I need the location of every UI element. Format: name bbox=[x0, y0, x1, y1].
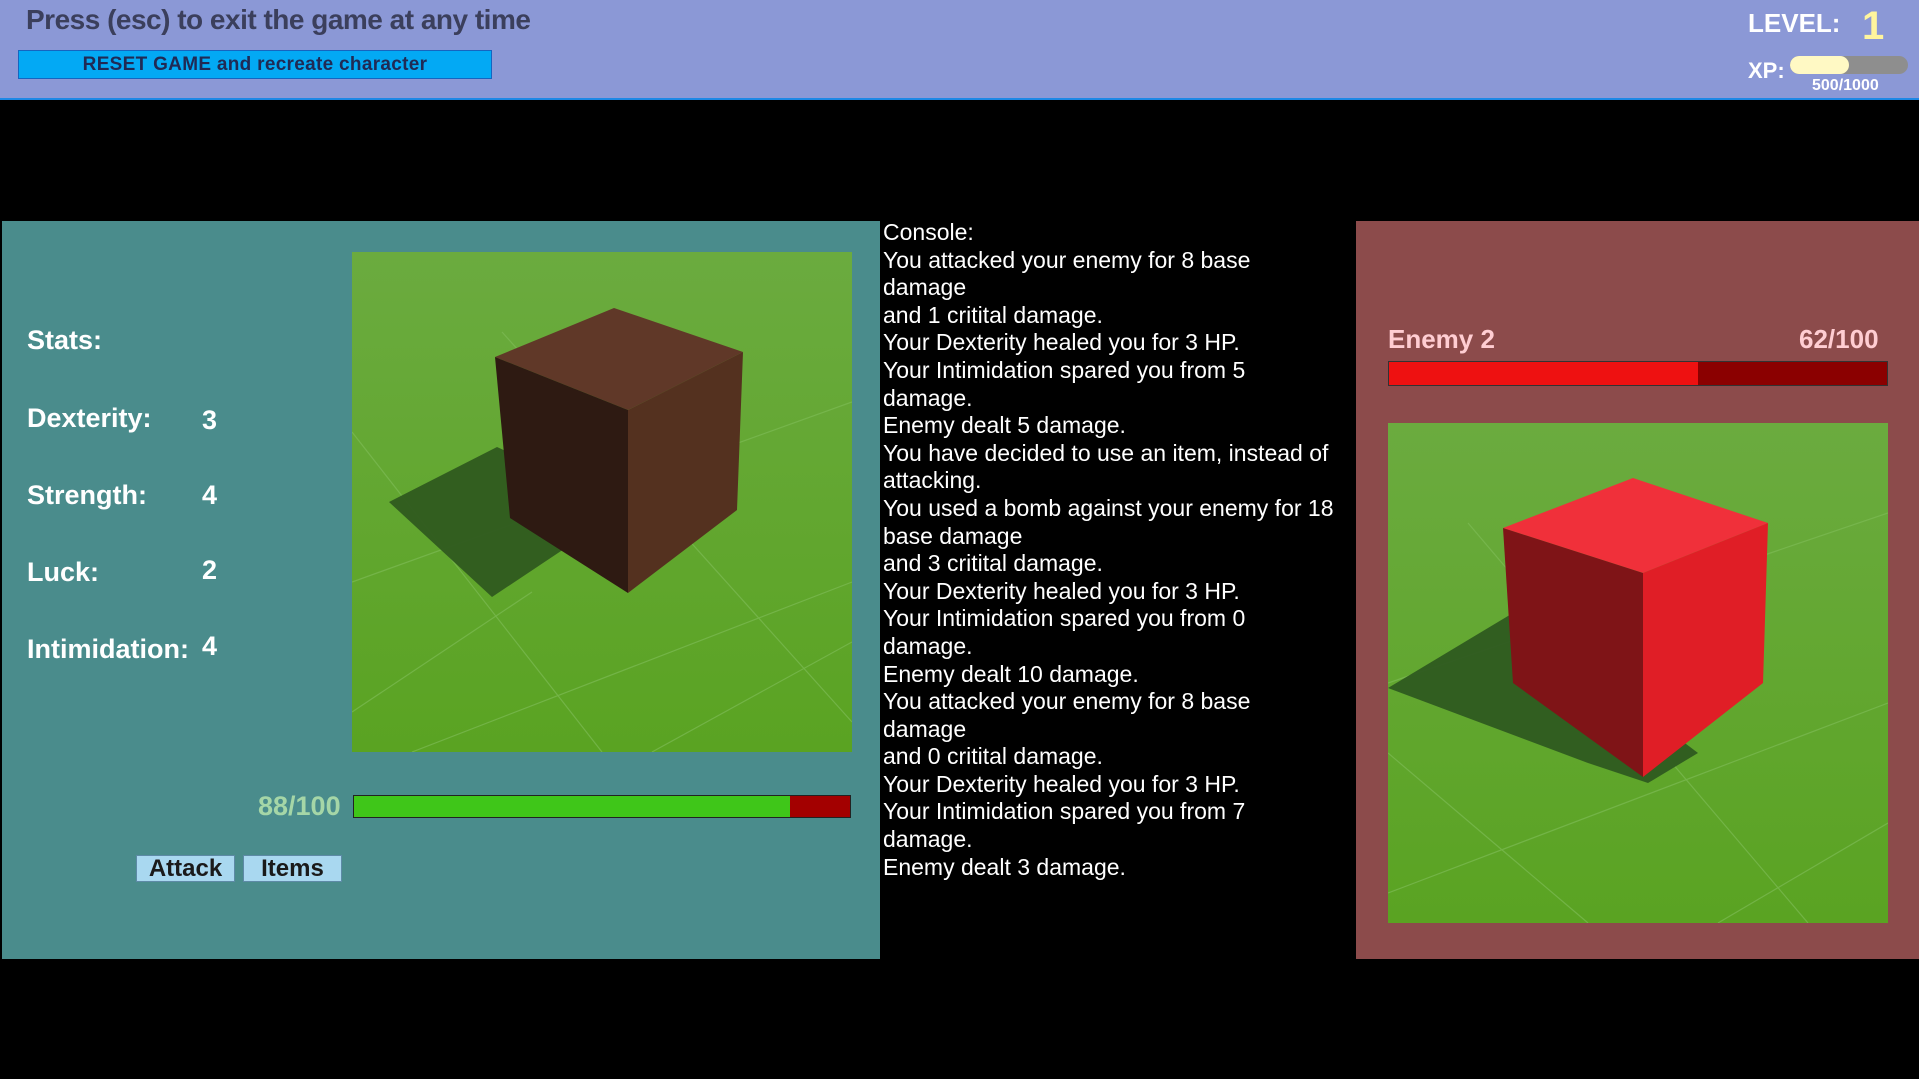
console-line: Your Intimidation spared you from 7 bbox=[883, 798, 1246, 825]
console-line: You attacked your enemy for 8 base bbox=[883, 688, 1251, 715]
player-character-view bbox=[352, 252, 852, 752]
enemy-name: Enemy 2 bbox=[1388, 324, 1495, 354]
xp-bar-fill bbox=[1790, 56, 1849, 74]
console-line: damage. bbox=[883, 632, 973, 659]
level-label: LEVEL: bbox=[1748, 8, 1841, 38]
top-bar: Press (esc) to exit the game at any time… bbox=[0, 0, 1919, 100]
enemy-panel: Enemy 2 62/100 bbox=[1356, 221, 1919, 959]
enemy-scene-svg bbox=[1388, 423, 1888, 923]
console-line: Enemy dealt 10 damage. bbox=[883, 660, 1139, 687]
enemy-hp-bar bbox=[1388, 361, 1888, 386]
xp-text: 500/1000 bbox=[1812, 77, 1879, 94]
level-value: 1 bbox=[1862, 4, 1885, 48]
console-line: damage bbox=[883, 274, 967, 301]
console-log: Console: You attacked your enemy for 8 ba… bbox=[883, 219, 1363, 881]
stat-label-intimidation: Intimidation: bbox=[27, 634, 189, 664]
console-line: Your Dexterity healed you for 3 HP. bbox=[883, 770, 1240, 797]
player-panel: Stats: Dexterity: 3 Strength: 4 Luck: 2 … bbox=[2, 221, 880, 959]
reset-game-button[interactable]: RESET GAME and recreate character bbox=[18, 50, 492, 79]
stat-label-dexterity: Dexterity: bbox=[27, 403, 152, 433]
stats-title: Stats: bbox=[27, 325, 103, 355]
console-title: Console: bbox=[883, 219, 974, 245]
stat-value-luck: 2 bbox=[202, 555, 218, 585]
stat-value-dexterity: 3 bbox=[202, 405, 218, 435]
exit-hint: Press (esc) to exit the game at any time bbox=[26, 4, 531, 35]
console-line: damage. bbox=[883, 384, 973, 411]
console-line: Your Dexterity healed you for 3 HP. bbox=[883, 329, 1240, 356]
console-line: You attacked your enemy for 8 base bbox=[883, 246, 1251, 273]
stat-label-strength: Strength: bbox=[27, 480, 147, 510]
stat-label-luck: Luck: bbox=[27, 557, 100, 587]
enemy-hp-bar-fill bbox=[1389, 362, 1698, 385]
console-line: and 1 critital damage. bbox=[883, 301, 1103, 328]
console-line: base damage bbox=[883, 522, 1023, 549]
console-line: and 3 critital damage. bbox=[883, 550, 1103, 577]
player-scene-svg bbox=[352, 252, 852, 752]
player-hp-bar-fill bbox=[354, 796, 791, 817]
enemy-hp-text: 62/100 bbox=[1799, 324, 1879, 354]
xp-label: XP: bbox=[1748, 58, 1785, 83]
enemy-character-view bbox=[1388, 423, 1888, 923]
console-line: and 0 critital damage. bbox=[883, 743, 1103, 770]
xp-bar bbox=[1790, 56, 1908, 74]
console-line: attacking. bbox=[883, 467, 982, 494]
items-button[interactable]: Items bbox=[243, 855, 342, 882]
player-hp-bar bbox=[353, 795, 851, 818]
attack-button[interactable]: Attack bbox=[136, 855, 235, 882]
console-line: damage. bbox=[883, 826, 973, 853]
stat-value-intimidation: 4 bbox=[202, 631, 218, 661]
player-hp-text: 88/100 bbox=[258, 791, 341, 821]
console-line: damage bbox=[883, 715, 967, 742]
console-line: You have decided to use an item, instead… bbox=[883, 439, 1329, 466]
stat-value-strength: 4 bbox=[202, 480, 218, 510]
console-line: Enemy dealt 3 damage. bbox=[883, 853, 1126, 880]
console-line: Your Dexterity healed you for 3 HP. bbox=[883, 577, 1240, 604]
console-line: Enemy dealt 5 damage. bbox=[883, 412, 1126, 439]
console-line: Your Intimidation spared you from 5 bbox=[883, 356, 1246, 383]
console-line: You used a bomb against your enemy for 1… bbox=[883, 494, 1334, 521]
console-line: Your Intimidation spared you from 0 bbox=[883, 605, 1246, 632]
